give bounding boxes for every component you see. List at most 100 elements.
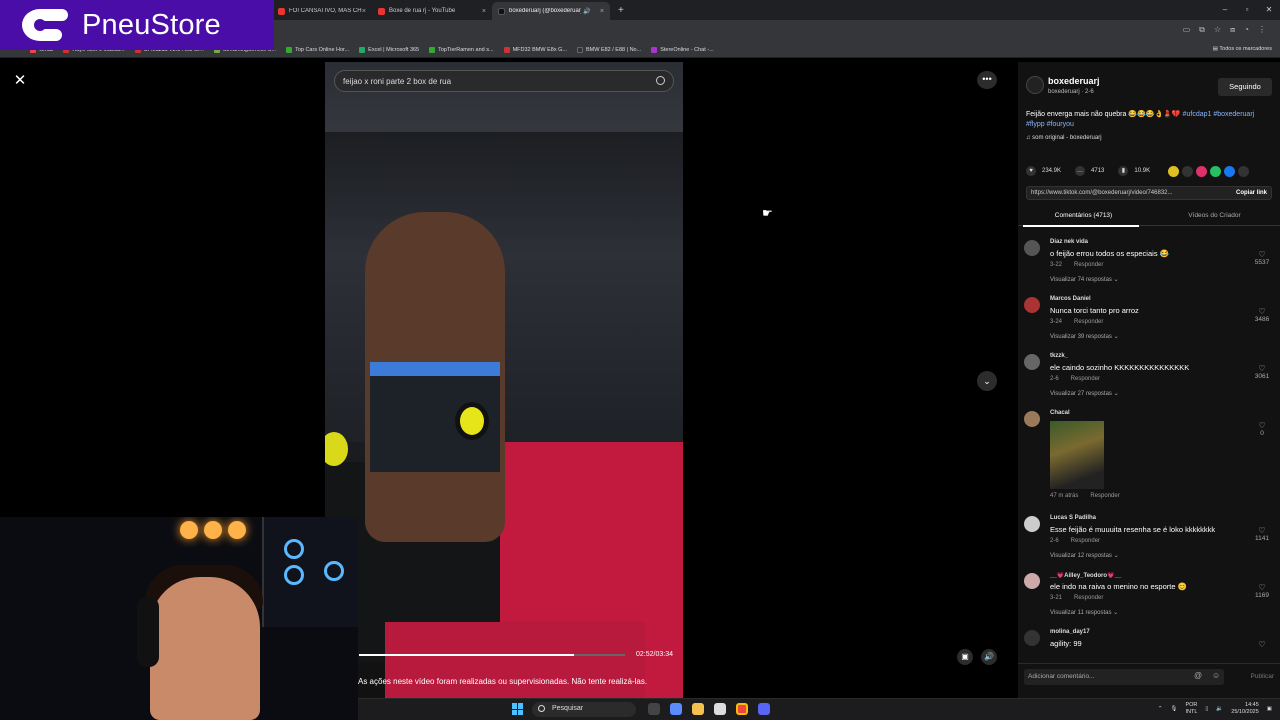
- star-icon[interactable]: ☆: [1214, 25, 1221, 35]
- tray-chevron-icon[interactable]: ⌃: [1158, 706, 1163, 712]
- comment-like[interactable]: ♡ 5537: [1250, 250, 1274, 266]
- music-label[interactable]: ♫ som original - boxederuarj: [1026, 135, 1102, 141]
- clock[interactable]: 14:45 25/10/2025: [1231, 702, 1259, 716]
- heart-icon[interactable]: ♡: [1250, 307, 1274, 316]
- heart-icon[interactable]: ♡: [1250, 421, 1274, 430]
- video-search-input[interactable]: feijao x roni parte 2 box de rua: [334, 70, 674, 92]
- emoji-icon[interactable]: ☺: [1212, 671, 1220, 680]
- all-bookmarks[interactable]: ▤ Todos os marcadores: [1213, 46, 1272, 52]
- new-tab-icon[interactable]: +: [618, 5, 624, 16]
- view-replies-button[interactable]: Visualizar 39 respostas ⌄: [1050, 333, 1119, 340]
- taskbar-search[interactable]: Pesquisar: [532, 702, 636, 717]
- reply-button[interactable]: Responder: [1074, 319, 1103, 325]
- view-replies-button[interactable]: Visualizar 11 respostas ⌄: [1050, 609, 1118, 616]
- publish-button[interactable]: Publicar: [1251, 673, 1274, 680]
- embed-icon[interactable]: [1182, 165, 1194, 177]
- comment-user[interactable]: Marcos Daniel: [1050, 296, 1091, 302]
- following-button[interactable]: Seguindo: [1218, 78, 1272, 96]
- heart-icon[interactable]: ♡: [1250, 364, 1274, 373]
- bookmark[interactable]: MFD32 BMW E8x G...: [503, 46, 567, 53]
- reply-button[interactable]: Responder: [1074, 595, 1103, 601]
- search-icon[interactable]: [656, 76, 665, 85]
- share-friends-icon[interactable]: [1196, 165, 1208, 177]
- video-url-box[interactable]: https://www.tiktok.com/@boxederuarj/vide…: [1026, 186, 1272, 200]
- chrome-icon[interactable]: [736, 703, 748, 715]
- comment-user[interactable]: Diaz nek vida: [1050, 239, 1088, 245]
- reply-button[interactable]: Responder: [1071, 538, 1100, 544]
- browser-tab[interactable]: Boxe de rua rj - YouTube ×: [372, 2, 492, 20]
- extensions-icon[interactable]: ⧈: [1230, 25, 1235, 35]
- close-tab-icon[interactable]: ×: [482, 8, 486, 15]
- minimize-icon[interactable]: –: [1214, 0, 1236, 20]
- task-view-icon[interactable]: [648, 703, 660, 715]
- close-tab-icon[interactable]: ×: [362, 8, 366, 15]
- comment-like[interactable]: ♡ 3061: [1250, 364, 1274, 380]
- heart-icon[interactable]: ♡: [1250, 640, 1274, 649]
- browser-tab-active[interactable]: boxederuarj (@boxederuarj) 🔊 ×: [492, 2, 610, 20]
- bookmark[interactable]: Top Cars Online Hor...: [286, 46, 349, 53]
- comment-like[interactable]: ♡ 3486: [1250, 307, 1274, 323]
- author-avatar[interactable]: [1026, 76, 1044, 94]
- comment-user[interactable]: Lucas S Padilha: [1050, 515, 1096, 521]
- notifications-icon[interactable]: ▣: [1267, 706, 1272, 712]
- maximize-icon[interactable]: ▫: [1236, 0, 1258, 20]
- comment-like[interactable]: ♡ 0: [1250, 421, 1274, 437]
- browser-tab[interactable]: FOI CANSATIVO, MAS CHEGAM... ×: [272, 2, 372, 20]
- chevron-down-icon[interactable]: ⌄: [977, 371, 997, 391]
- windows-start-icon[interactable]: [512, 703, 524, 715]
- video-progress-bar[interactable]: [359, 654, 625, 656]
- comment-user[interactable]: tkzzk_: [1050, 353, 1068, 359]
- avatar[interactable]: [1024, 573, 1040, 589]
- comment-image[interactable]: [1050, 421, 1104, 489]
- cast-icon[interactable]: ▭: [1183, 25, 1191, 35]
- file-explorer-icon[interactable]: [692, 703, 704, 715]
- close-window-icon[interactable]: ✕: [1258, 0, 1280, 20]
- avatar[interactable]: [1024, 240, 1040, 256]
- comment-icon[interactable]: …: [1075, 166, 1086, 176]
- more-options-icon[interactable]: •••: [977, 71, 997, 89]
- network-icon[interactable]: ▯: [1205, 706, 1208, 712]
- volume-icon[interactable]: 🔊: [981, 649, 997, 665]
- bookmark[interactable]: Excel | Microsoft 365: [359, 46, 419, 53]
- mention-icon[interactable]: @: [1194, 671, 1202, 680]
- facebook-icon[interactable]: [1224, 165, 1236, 177]
- view-replies-button[interactable]: Visualizar 27 respostas ⌄: [1050, 390, 1119, 397]
- share-arrow-icon[interactable]: [1238, 165, 1250, 177]
- heart-icon[interactable]: ♡: [1250, 250, 1274, 259]
- profile-icon[interactable]: ◔: [1244, 25, 1249, 35]
- view-replies-button[interactable]: Visualizar 12 respostas ⌄: [1050, 552, 1119, 559]
- volume-tray-icon[interactable]: 🔉: [1216, 706, 1223, 712]
- bookmark[interactable]: BMW E82 / E88 | No...: [576, 46, 641, 53]
- comment-like[interactable]: ♡ 1141: [1250, 526, 1274, 542]
- whatsapp-icon[interactable]: [1210, 165, 1222, 177]
- copilot-icon[interactable]: [670, 703, 682, 715]
- reply-button[interactable]: Responder: [1074, 262, 1103, 268]
- mic-icon[interactable]: 🎙: [1170, 706, 1177, 712]
- comment-user[interactable]: __💗Ailley_Teodoro💗__: [1050, 572, 1121, 579]
- avatar[interactable]: [1024, 297, 1040, 313]
- video-player[interactable]: [325, 62, 683, 698]
- comment-like[interactable]: ♡: [1250, 640, 1274, 649]
- language-indicator[interactable]: POR INTL: [1185, 702, 1197, 716]
- avatar[interactable]: [1024, 411, 1040, 427]
- avatar[interactable]: [1024, 516, 1040, 532]
- heart-icon[interactable]: ♡: [1250, 526, 1274, 535]
- avatar[interactable]: [1024, 354, 1040, 370]
- close-tab-icon[interactable]: ×: [600, 8, 604, 15]
- comment-like[interactable]: ♡ 1169: [1250, 583, 1274, 599]
- tab-creator-videos[interactable]: Vídeos do Criador: [1149, 212, 1280, 219]
- share-coin-icon[interactable]: [1168, 165, 1180, 177]
- bookmark-icon[interactable]: ▮: [1118, 166, 1129, 176]
- heart-icon[interactable]: ♥: [1026, 166, 1036, 176]
- close-icon[interactable]: ✕: [11, 72, 29, 90]
- copy-link-button[interactable]: Copiar link: [1236, 190, 1267, 196]
- bookmark[interactable]: TopTierRamen and s...: [429, 46, 494, 53]
- store-icon[interactable]: [714, 703, 726, 715]
- heart-icon[interactable]: ♡: [1250, 583, 1274, 592]
- menu-icon[interactable]: ⋮: [1258, 25, 1266, 35]
- view-replies-button[interactable]: Visualizar 74 respostas ⌄: [1050, 276, 1119, 283]
- reply-button[interactable]: Responder: [1090, 493, 1119, 499]
- discord-icon[interactable]: [758, 703, 770, 715]
- comment-user[interactable]: molina_day17: [1050, 629, 1090, 635]
- tab-comments[interactable]: Comentários (4713): [1018, 212, 1149, 227]
